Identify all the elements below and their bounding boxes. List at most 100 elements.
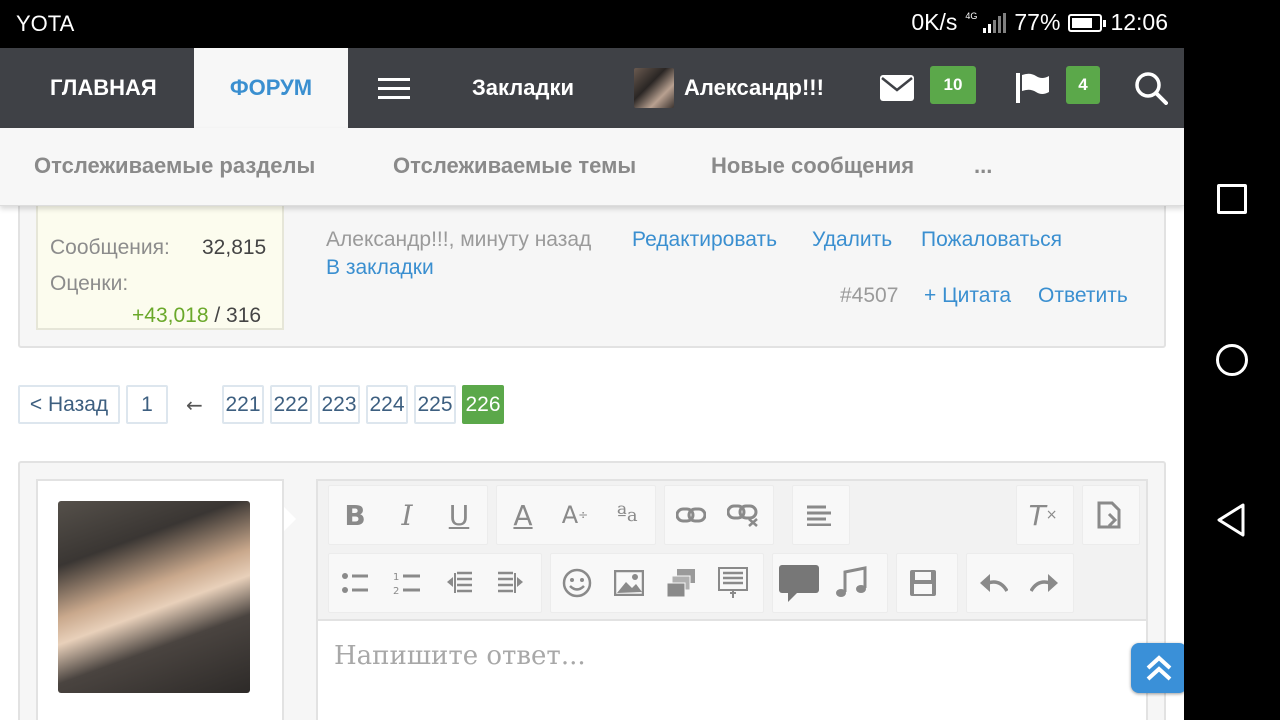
smiley-icon[interactable] bbox=[551, 553, 603, 613]
pager-back-button[interactable]: < Назад bbox=[18, 385, 120, 424]
search-icon[interactable] bbox=[1134, 48, 1168, 128]
top-navigation: ГЛАВНАЯ ФОРУМ Закладки Александр!!! 10 4 bbox=[0, 48, 1184, 128]
nav-forum[interactable]: ФОРУМ bbox=[194, 48, 348, 128]
format-group: B I U bbox=[328, 485, 488, 545]
pager-page[interactable]: 225 bbox=[414, 385, 456, 424]
status-bar: YOTA 0K/s 4G 77% 12:06 bbox=[0, 0, 1184, 48]
list-group: 12 bbox=[328, 553, 542, 613]
subnav-more[interactable]: ... bbox=[974, 153, 992, 179]
messages-label: Сообщения: bbox=[50, 236, 170, 259]
mail-count-badge[interactable]: 10 bbox=[930, 66, 976, 104]
reply-editor: B I U A A ÷ ªa T × 1 2 Напишите ответ... bbox=[316, 479, 1148, 720]
font-size-icon[interactable]: A ÷ bbox=[549, 485, 601, 545]
align-group bbox=[792, 485, 850, 545]
sub-navigation: Отслеживаемые разделы Отслеживаемые темы… bbox=[0, 128, 1184, 206]
code-block-icon[interactable] bbox=[707, 553, 759, 613]
carrier-label: YOTA bbox=[16, 11, 75, 36]
edit-link[interactable]: Редактировать bbox=[632, 228, 777, 252]
clear-format-group: T × bbox=[1016, 485, 1074, 545]
save-draft-icon[interactable] bbox=[897, 553, 949, 613]
report-link[interactable]: Пожаловаться bbox=[921, 228, 1062, 252]
link-icon[interactable] bbox=[665, 485, 717, 545]
bold-icon[interactable]: B bbox=[329, 485, 381, 545]
alerts-count-badge[interactable]: 4 bbox=[1066, 66, 1100, 104]
ratings-label: Оценки: bbox=[50, 272, 129, 295]
mail-icon[interactable] bbox=[880, 48, 914, 128]
post-author-time: Александр!!!, минуту назад bbox=[326, 228, 592, 251]
home-button[interactable] bbox=[1216, 344, 1248, 376]
redo-icon[interactable] bbox=[1019, 553, 1071, 613]
flag-icon[interactable] bbox=[1016, 48, 1050, 128]
system-nav-bar bbox=[1184, 0, 1280, 720]
back-button[interactable] bbox=[1216, 503, 1246, 537]
reply-avatar-box bbox=[36, 479, 296, 720]
ratings-rest: / 316 bbox=[214, 304, 262, 327]
font-family-icon[interactable]: ªa bbox=[601, 485, 653, 545]
bullet-list-icon[interactable] bbox=[329, 553, 381, 613]
status-indicators: 0K/s 4G 77% 12:06 bbox=[911, 9, 1168, 36]
messages-value: 32,815 bbox=[202, 236, 267, 259]
source-icon[interactable] bbox=[1083, 485, 1135, 545]
nav-bookmarks[interactable]: Закладки bbox=[472, 48, 574, 128]
undo-icon[interactable] bbox=[967, 553, 1019, 613]
insert-group bbox=[550, 553, 764, 613]
subnav-watched-forums[interactable]: Отслеживаемые разделы bbox=[34, 153, 315, 179]
post-number[interactable]: #4507 bbox=[840, 284, 898, 308]
pager-page[interactable]: 222 bbox=[270, 385, 312, 424]
user-stats-box: Сообщения: 32,815 Оценки: +43,018 / 316 bbox=[36, 188, 284, 330]
pager-page[interactable]: 221 bbox=[222, 385, 264, 424]
recents-button[interactable] bbox=[1217, 184, 1247, 214]
avatar[interactable] bbox=[58, 501, 250, 693]
delete-link[interactable]: Удалить bbox=[812, 228, 892, 252]
pager-page-first[interactable]: 1 bbox=[126, 385, 168, 424]
network-type: 4G bbox=[965, 11, 978, 21]
browser-viewport: Сообщения: 32,815 Оценки: +43,018 / 316 … bbox=[0, 48, 1184, 720]
quote-link[interactable]: + Цитата bbox=[924, 284, 1011, 308]
ratings-value: +43,018 / 316 bbox=[132, 304, 261, 328]
ratings-positive: +43,018 bbox=[132, 304, 209, 327]
source-group bbox=[1082, 485, 1140, 545]
history-group bbox=[966, 553, 1074, 613]
media-icon[interactable] bbox=[655, 553, 707, 613]
save-group bbox=[896, 553, 958, 613]
pager-page[interactable]: 223 bbox=[318, 385, 360, 424]
svg-text:1: 1 bbox=[393, 572, 399, 583]
reply-placeholder: Напишите ответ... bbox=[334, 641, 586, 671]
reply-link[interactable]: Ответить bbox=[1038, 284, 1128, 308]
network-speed: 0K/s bbox=[911, 9, 958, 35]
pager-page[interactable]: 224 bbox=[366, 385, 408, 424]
extra-group bbox=[772, 553, 888, 613]
text-color-icon[interactable]: A bbox=[497, 485, 549, 545]
double-chevron-up-icon bbox=[1146, 655, 1172, 681]
subnav-new-posts[interactable]: Новые сообщения bbox=[711, 153, 914, 179]
outdent-icon[interactable] bbox=[433, 553, 485, 613]
font-group: A A ÷ ªa bbox=[496, 485, 656, 545]
svg-text:2: 2 bbox=[393, 586, 399, 596]
italic-icon[interactable]: I bbox=[381, 485, 433, 545]
quote-bubble-icon[interactable] bbox=[773, 553, 825, 613]
battery-icon bbox=[1068, 13, 1107, 32]
clear-format-icon[interactable]: T × bbox=[1017, 485, 1069, 545]
signal-icon bbox=[983, 12, 1007, 33]
hamburger-menu-icon[interactable] bbox=[378, 48, 410, 128]
bookmark-link[interactable]: В закладки bbox=[326, 256, 434, 280]
scroll-to-top-button[interactable] bbox=[1131, 643, 1184, 693]
battery-percent: 77% bbox=[1014, 9, 1061, 35]
align-icon[interactable] bbox=[793, 485, 845, 545]
avatar bbox=[634, 68, 674, 108]
reply-textarea[interactable]: Напишите ответ... bbox=[318, 619, 1146, 720]
link-group bbox=[664, 485, 774, 545]
nav-username: Александр!!! bbox=[684, 75, 824, 100]
unlink-icon[interactable] bbox=[717, 485, 769, 545]
indent-icon[interactable] bbox=[485, 553, 537, 613]
pager-page-current[interactable]: 226 bbox=[462, 385, 504, 424]
numbered-list-icon[interactable]: 12 bbox=[381, 553, 433, 613]
nav-home[interactable]: ГЛАВНАЯ bbox=[50, 48, 157, 128]
music-icon[interactable] bbox=[825, 553, 877, 613]
subnav-watched-threads[interactable]: Отслеживаемые темы bbox=[393, 153, 636, 179]
clock: 12:06 bbox=[1110, 9, 1168, 35]
nav-user-menu[interactable]: Александр!!! bbox=[634, 48, 824, 128]
image-icon[interactable] bbox=[603, 553, 655, 613]
pager-ellipsis-arrow: ← bbox=[186, 393, 203, 417]
underline-icon[interactable]: U bbox=[433, 485, 485, 545]
